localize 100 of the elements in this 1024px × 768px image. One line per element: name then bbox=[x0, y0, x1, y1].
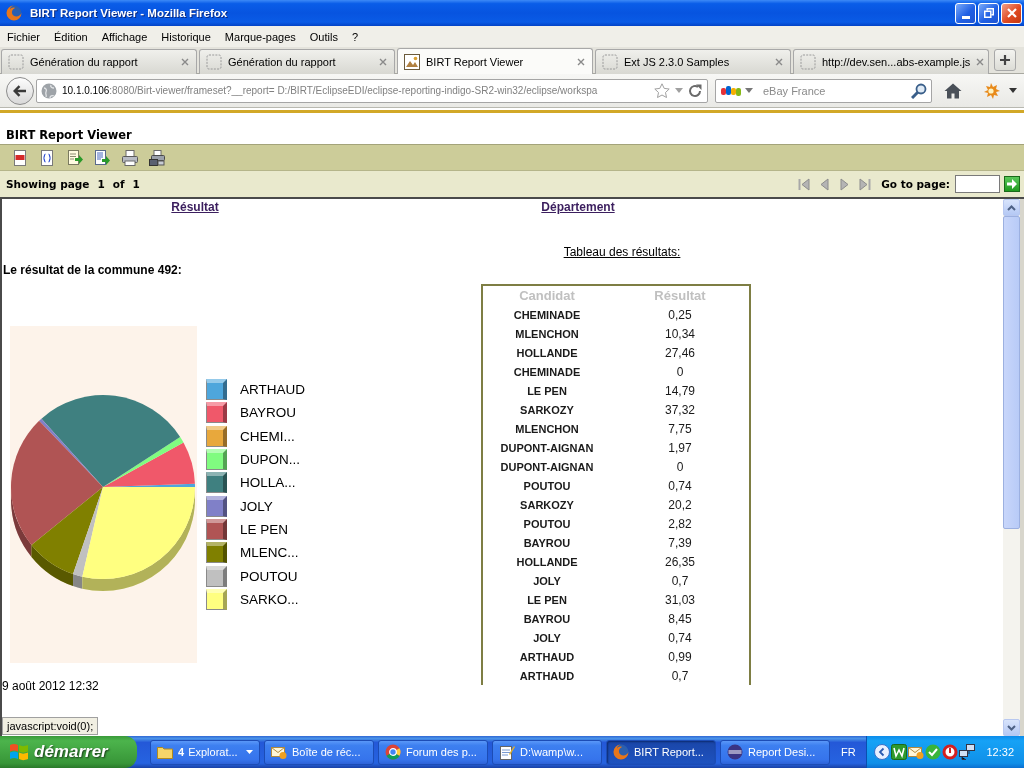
browser-tab[interactable]: BIRT Report Viewer bbox=[397, 48, 593, 74]
go-button[interactable] bbox=[1004, 176, 1020, 192]
taskbar-button[interactable]: BIRT Report... bbox=[606, 739, 716, 765]
window-title: BIRT Report Viewer - Mozilla Firefox bbox=[30, 7, 229, 19]
printer-icon[interactable] bbox=[121, 149, 138, 166]
minimize-icon bbox=[961, 15, 970, 19]
menu-item[interactable]: Fichier bbox=[0, 28, 47, 45]
table-cell-text: 7,39 bbox=[667, 535, 693, 550]
plus-icon bbox=[1000, 55, 1010, 65]
search-engine-icon[interactable] bbox=[721, 85, 741, 96]
table-cell-text: 0,7 bbox=[670, 573, 690, 588]
table-cell-text: HOLLANDE bbox=[515, 555, 579, 568]
page-arrow-icon[interactable] bbox=[66, 149, 83, 166]
star-icon[interactable] bbox=[654, 82, 670, 99]
table-cell-text: 14,79 bbox=[664, 383, 696, 398]
search-box[interactable]: eBay France bbox=[715, 78, 932, 103]
brace-page-icon[interactable] bbox=[39, 149, 56, 166]
table-cell-text: 10,34 bbox=[664, 326, 696, 341]
close-icon[interactable] bbox=[379, 58, 387, 66]
report-heading: Le résultat de la commune 492: bbox=[3, 263, 182, 277]
column-link[interactable]: Résultat bbox=[171, 200, 219, 214]
menu-item[interactable]: Outils bbox=[302, 28, 345, 45]
menu-item[interactable]: Marque-pages bbox=[217, 28, 303, 45]
scroll-down-button[interactable] bbox=[1003, 719, 1020, 736]
menu-item[interactable]: Affichage bbox=[94, 28, 155, 45]
menu-item[interactable]: Historique bbox=[154, 28, 218, 45]
menu-item[interactable]: ? bbox=[344, 28, 366, 45]
table-cell-text: 20,2 bbox=[667, 497, 693, 512]
caret-icon[interactable] bbox=[1009, 88, 1017, 93]
table-cell-text: 0,74 bbox=[667, 630, 693, 645]
column-link[interactable]: Département bbox=[541, 200, 615, 214]
legend-label: MLENC... bbox=[240, 545, 299, 561]
close-icon bbox=[1006, 8, 1017, 18]
table-cell-text: 0 bbox=[675, 364, 685, 379]
striped-globe-icon bbox=[727, 744, 743, 760]
chevron-left-icon[interactable] bbox=[874, 744, 890, 760]
go-to-page-label: Go to page: bbox=[881, 178, 950, 190]
envelope-clock-icon bbox=[271, 744, 287, 760]
taskbar-button[interactable]: Report Desi... bbox=[720, 739, 830, 765]
folder-icon bbox=[157, 744, 173, 760]
search-field[interactable]: eBay France bbox=[757, 81, 907, 100]
column-header: Candidat bbox=[518, 288, 576, 303]
table-cell-text: ARTHAUD bbox=[518, 650, 576, 663]
page-number-field[interactable] bbox=[955, 175, 1000, 193]
legend-label: ARTHAUD bbox=[240, 382, 305, 398]
page-status-text: Showing page 1 of 1 bbox=[6, 178, 141, 190]
legend-label: LE PEN bbox=[240, 521, 289, 537]
menu-item[interactable]: Édition bbox=[47, 28, 95, 45]
taskbar-button[interactable]: Forum des p... bbox=[378, 739, 488, 765]
table-cell-text: 27,46 bbox=[664, 345, 696, 360]
browser-tab[interactable]: Génération du rapport bbox=[199, 49, 395, 74]
table-cell-text: SARKOZY bbox=[519, 498, 575, 511]
envelope-clock-icon[interactable] bbox=[908, 744, 924, 760]
restore-button[interactable] bbox=[978, 2, 999, 24]
table-cell-text: ARTHAUD bbox=[518, 669, 576, 682]
picture-icon bbox=[404, 53, 420, 70]
legend-label: CHEMI... bbox=[240, 428, 295, 444]
ring-icon[interactable] bbox=[942, 744, 958, 760]
taskbar-button[interactable]: Boîte de réc... bbox=[264, 739, 374, 765]
new-tab-button[interactable] bbox=[994, 49, 1016, 71]
close-button[interactable] bbox=[1001, 2, 1022, 24]
language-indicator[interactable]: FR bbox=[841, 746, 856, 758]
browser-tab[interactable]: Ext JS 2.3.0 Samples bbox=[595, 49, 791, 74]
toc-page-icon[interactable] bbox=[12, 149, 28, 166]
search-icon[interactable] bbox=[911, 82, 927, 99]
page-arrow-icon[interactable] bbox=[94, 149, 111, 166]
address-field[interactable]: 10.1.0.106:8080/Birt-viewer/frameset?__report= D:/BIRT/EclipseEDI/eclipse-reporting-indigo-SR2-win32/eclipse/workspa bbox=[36, 78, 708, 103]
close-icon[interactable] bbox=[976, 58, 985, 66]
notepad-icon bbox=[499, 744, 515, 760]
browser-tab[interactable]: Génération du rapport bbox=[1, 49, 197, 74]
printer-box-icon[interactable] bbox=[148, 149, 165, 166]
reload-icon[interactable] bbox=[688, 83, 702, 98]
check-icon[interactable] bbox=[925, 744, 941, 760]
browser-logo-icon bbox=[613, 744, 629, 760]
minimize-button[interactable] bbox=[955, 2, 976, 24]
star-burst-icon[interactable] bbox=[982, 82, 1000, 99]
close-icon[interactable] bbox=[775, 58, 783, 66]
globe-icon bbox=[41, 82, 57, 99]
close-icon[interactable] bbox=[181, 58, 189, 66]
table-cell-text: CHEMINADE bbox=[512, 365, 582, 378]
taskbar-button[interactable]: D:\wamp\w... bbox=[492, 739, 602, 765]
network-icon[interactable] bbox=[959, 744, 975, 760]
back-button[interactable] bbox=[6, 76, 34, 105]
taskbar-button[interactable]: 4 Explorat... bbox=[150, 739, 260, 765]
table-cell-text: 1,97 bbox=[667, 440, 693, 455]
w-tile-icon[interactable] bbox=[891, 744, 907, 760]
blank-page-icon bbox=[602, 54, 618, 70]
browser-tab[interactable]: http://dev.sen...abs-example.js bbox=[793, 49, 989, 74]
table-cell-text: SARKOZY bbox=[519, 403, 575, 416]
blank-page-icon bbox=[8, 54, 24, 70]
close-icon[interactable] bbox=[577, 57, 585, 66]
table-cell-text: 37,32 bbox=[664, 402, 696, 417]
scroll-up-button[interactable] bbox=[1003, 199, 1020, 216]
scrollbar-thumb[interactable] bbox=[1003, 216, 1020, 529]
legend-label: DUPON... bbox=[240, 452, 300, 468]
browser-logo-icon bbox=[6, 5, 22, 21]
legend-label: BAYROU bbox=[240, 405, 296, 421]
table-cell-text: POUTOU bbox=[522, 517, 572, 530]
home-icon[interactable] bbox=[944, 82, 962, 99]
chevron-down-icon bbox=[1007, 724, 1016, 731]
